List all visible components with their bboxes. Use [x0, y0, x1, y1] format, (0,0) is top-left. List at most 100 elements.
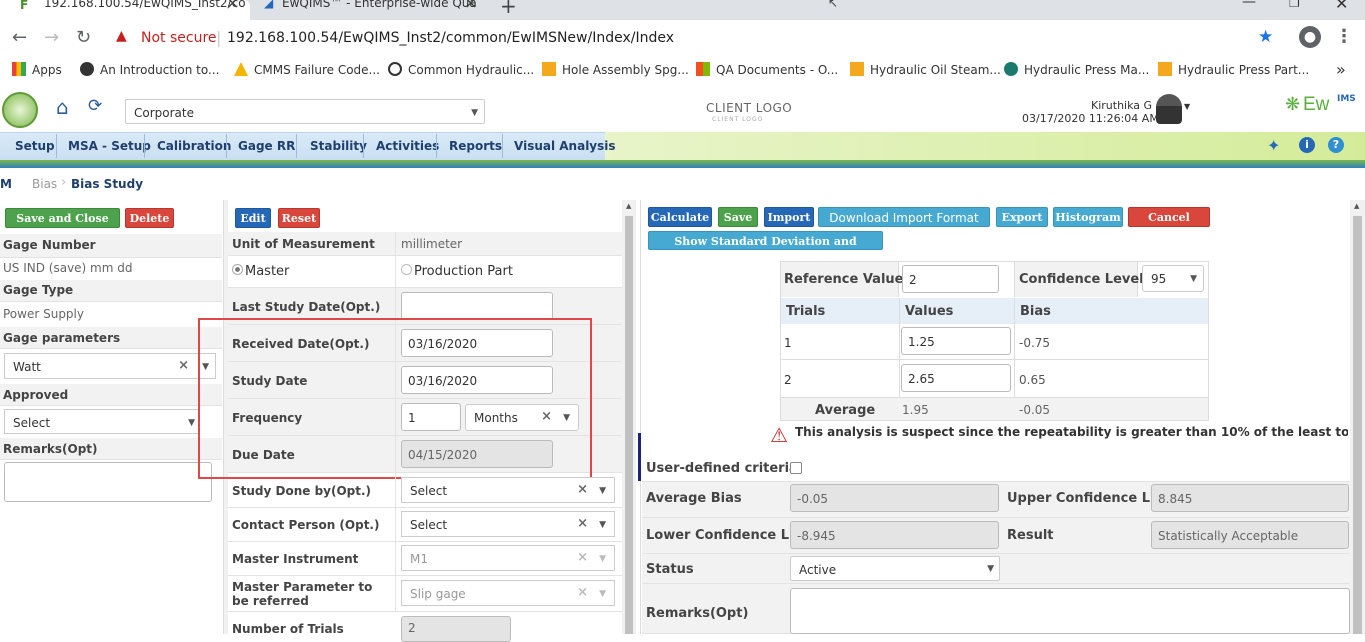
menu-reports[interactable]: Reports: [449, 139, 502, 153]
edit-button[interactable]: Edit: [235, 208, 271, 228]
bookmark-folder-icon: [850, 62, 864, 76]
bookmark-item[interactable]: Hydraulic Press Part...: [1158, 62, 1309, 77]
contact-person-select[interactable]: Select × ▼: [401, 511, 615, 537]
clear-icon[interactable]: ×: [178, 358, 189, 373]
user-criteria-checkbox[interactable]: [790, 462, 802, 474]
menu-visual-analysis[interactable]: Visual Analysis: [514, 139, 616, 153]
gage-type-value: Power Supply: [3, 307, 84, 321]
bookmark-item[interactable]: Hydraulic Press Ma...: [1004, 62, 1149, 77]
bookmark-item[interactable]: CMMS Failure Code...: [234, 62, 380, 77]
bookmark-item[interactable]: QA Documents - O...: [696, 62, 838, 77]
maximize-icon[interactable]: ❐: [1289, 0, 1300, 10]
clear-icon[interactable]: ×: [577, 516, 588, 531]
window-close-icon[interactable]: ✕: [1335, 0, 1348, 13]
clear-icon[interactable]: ×: [577, 550, 588, 565]
company-select[interactable]: Corporate ▼: [125, 99, 485, 124]
bookmark-item[interactable]: Hole Assembly Spg...: [542, 62, 689, 77]
refresh-icon[interactable]: ⟳: [88, 96, 102, 116]
reset-button[interactable]: Reset: [278, 208, 320, 228]
remarks-textarea[interactable]: [4, 462, 212, 502]
approved-select[interactable]: Select ▼: [4, 409, 200, 434]
tab-title: 192.168.100.54/EwQIMS_Inst2/co: [44, 0, 246, 10]
menu-icon[interactable]: ⋮: [1335, 26, 1353, 47]
avatar[interactable]: [1156, 94, 1182, 124]
save-button[interactable]: Save: [718, 207, 758, 227]
scroll-up-icon[interactable]: ▲: [626, 202, 631, 210]
browser-tab-active[interactable]: F 192.168.100.54/EwQIMS_Inst2/co ×: [0, 0, 250, 20]
star-icon[interactable]: ★: [1258, 27, 1273, 47]
save-and-close-button[interactable]: Save and Close Out: [5, 208, 120, 245]
menu-calibration[interactable]: Calibration: [157, 139, 231, 153]
right-scrollbar-thumb[interactable]: [1353, 216, 1362, 634]
delete-button[interactable]: Delete: [125, 208, 174, 228]
last-study-input[interactable]: [401, 292, 553, 320]
clear-icon[interactable]: ×: [577, 482, 588, 497]
bookmarks-more-button[interactable]: »: [1336, 60, 1346, 79]
average-bias: -0.05: [1019, 403, 1051, 417]
help-icon[interactable]: ?: [1328, 137, 1344, 153]
user-menu-caret-icon[interactable]: ▼: [1184, 102, 1190, 111]
table-row-bias: -0.75: [1019, 336, 1051, 350]
table-row-trial: 2: [784, 373, 792, 387]
export-button[interactable]: Export: [996, 207, 1048, 227]
middle-scrollbar-thumb[interactable]: [625, 216, 633, 634]
histogram-button[interactable]: Histogram: [1053, 207, 1123, 227]
menu-gage-rr[interactable]: Gage RR: [238, 139, 295, 153]
clear-icon[interactable]: ×: [577, 585, 588, 600]
home-icon[interactable]: ⌂: [56, 95, 69, 119]
status-select[interactable]: Active ▼: [790, 556, 1000, 581]
cancel-study-button[interactable]: Cancel Study: [1128, 207, 1210, 244]
master-radio[interactable]: [232, 264, 243, 275]
breadcrumb-bias[interactable]: Bias: [32, 177, 57, 191]
close-tab-icon[interactable]: ×: [226, 0, 239, 11]
warning-icon: ⚠: [770, 423, 788, 447]
gage-number-label: Gage Number: [3, 238, 96, 252]
info-icon[interactable]: i: [1299, 137, 1315, 153]
master-parameter-select[interactable]: Slip gage × ▼: [401, 580, 615, 606]
average-value: 1.95: [902, 403, 929, 417]
menu-accent-line: [0, 160, 1365, 168]
forward-icon[interactable]: →: [44, 27, 59, 48]
chevron-down-icon: ▼: [599, 486, 606, 496]
browser-tab[interactable]: ◢ EwQIMS™ - Enterprise-wide Qua ×: [258, 0, 478, 20]
pin-icon[interactable]: ✦: [1267, 136, 1280, 155]
trial-value-input[interactable]: 1.25: [901, 327, 1011, 355]
url-text[interactable]: 192.168.100.54/EwQIMS_Inst2/common/EwIMS…: [227, 30, 674, 46]
back-icon[interactable]: ←: [12, 27, 27, 48]
close-tab-icon[interactable]: ×: [464, 0, 477, 11]
profile-icon[interactable]: ●: [1299, 26, 1321, 48]
user-criteria-label: User-defined criteria: [646, 461, 798, 476]
production-radio[interactable]: [401, 264, 412, 275]
menu-divider: [226, 134, 227, 158]
right-remarks-textarea[interactable]: [790, 588, 1350, 634]
bookmark-item[interactable]: An Introduction to...: [80, 62, 219, 77]
chevron-down-icon: ▼: [599, 589, 606, 599]
omnibox[interactable]: ▲ Not secure | 192.168.100.54/EwQIMS_Ins…: [108, 24, 1288, 52]
reload-icon[interactable]: ↻: [76, 27, 91, 48]
confidence-level-select[interactable]: 95 ▼: [1142, 265, 1204, 292]
scroll-up-icon[interactable]: ▲: [1354, 202, 1359, 210]
breadcrumb-root[interactable]: M: [0, 177, 12, 191]
bookmark-apps[interactable]: Apps: [12, 62, 62, 77]
gage-params-select[interactable]: Watt × ▼: [4, 353, 216, 379]
bookmark-item[interactable]: Common Hydraulic...: [388, 62, 534, 77]
master-instrument-select[interactable]: M1 × ▼: [401, 545, 615, 571]
minimize-icon[interactable]: —: [1242, 0, 1256, 10]
menu-stability[interactable]: Stability: [310, 139, 367, 153]
calculate-button[interactable]: Calculate: [648, 207, 712, 227]
show-std-deviation-button[interactable]: Show Standard Deviation and Uncertainty: [648, 231, 883, 267]
import-button[interactable]: Import: [764, 207, 814, 227]
menu-msa-setup[interactable]: MSA - Setup: [68, 139, 151, 153]
menu-divider: [436, 134, 437, 158]
menu-setup[interactable]: Setup: [15, 139, 55, 153]
menu-activities[interactable]: Activities: [376, 139, 439, 153]
right-remarks-label: Remarks(Opt): [646, 606, 749, 621]
new-tab-button[interactable]: +: [500, 0, 517, 18]
download-import-format-button[interactable]: Download Import Format: [818, 207, 990, 227]
table-row-bias: 0.65: [1019, 373, 1046, 387]
bookmark-item[interactable]: Hydraulic Oil Steam...: [850, 62, 1001, 77]
study-done-select[interactable]: Select × ▼: [401, 477, 615, 503]
reference-value-input[interactable]: 2: [902, 265, 999, 293]
trial-value-input[interactable]: 2.65: [901, 364, 1011, 392]
number-of-trials-input[interactable]: 2: [401, 616, 511, 642]
